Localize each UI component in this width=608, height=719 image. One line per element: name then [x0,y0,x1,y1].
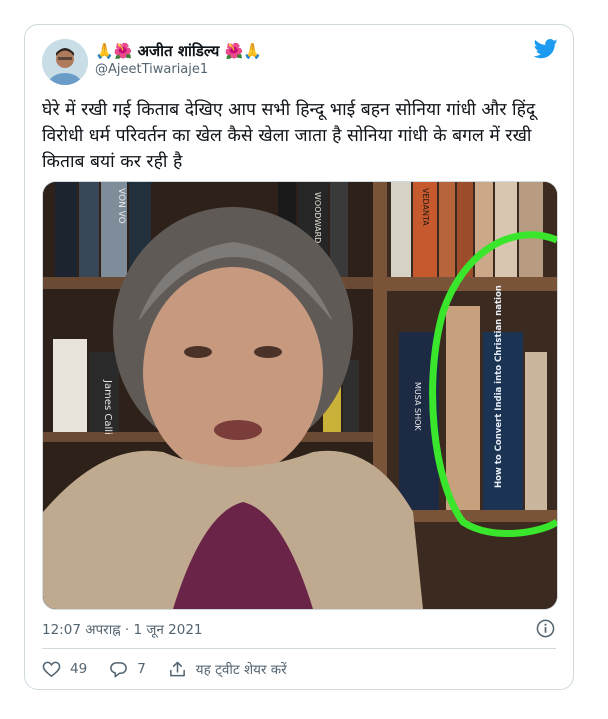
tweet-text: घेरे में रखी गई किताब देखिए आप सभी हिन्द… [42,100,536,172]
reply-bubble-icon [110,661,128,677]
reply-count: 7 [137,661,146,677]
share-upload-icon [169,661,185,676]
book-spine-vedanta: VEDANTA [421,188,430,226]
tweet-media-image[interactable]: VON VO WOODWARD VEDANTA James Calli MUSA… [42,181,558,610]
user-handle[interactable]: @AjeetTiwariaje1 [95,62,208,77]
tweet-card[interactable]: 🙏🌺 अजीत शांडिल्य 🌺🙏 @AjeetTiwariaje1 घेर… [24,24,574,690]
book-spine-musa: MUSA SHOK [413,382,422,431]
avatar[interactable] [42,39,88,85]
like-count: 49 [70,661,88,677]
share-button[interactable]: यह ट्वीट शेयर करें [168,660,287,679]
heart-icon [42,661,61,677]
tweet-timestamp[interactable]: 12:07 अपराह्न · 1 जून 2021 [42,620,203,638]
display-name[interactable]: 🙏🌺 अजीत शांडिल्य 🌺🙏 [95,41,262,61]
tweet-actions: 49 7 यह ट्वीट शेयर करें [42,658,309,680]
book-spine-convert: How to Convert India into Christian nati… [494,285,504,488]
book-spine-von: VON VO [116,188,126,224]
share-label: यह ट्वीट शेयर करें [195,662,287,678]
info-icon[interactable] [536,619,555,638]
twitter-bird-icon[interactable] [534,39,558,59]
reply-button[interactable]: 7 [109,660,146,679]
like-button[interactable]: 49 [42,660,87,679]
book-spine-james: James Calli [102,379,113,435]
book-spine-woodward: WOODWARD [313,192,322,243]
divider [42,648,556,649]
